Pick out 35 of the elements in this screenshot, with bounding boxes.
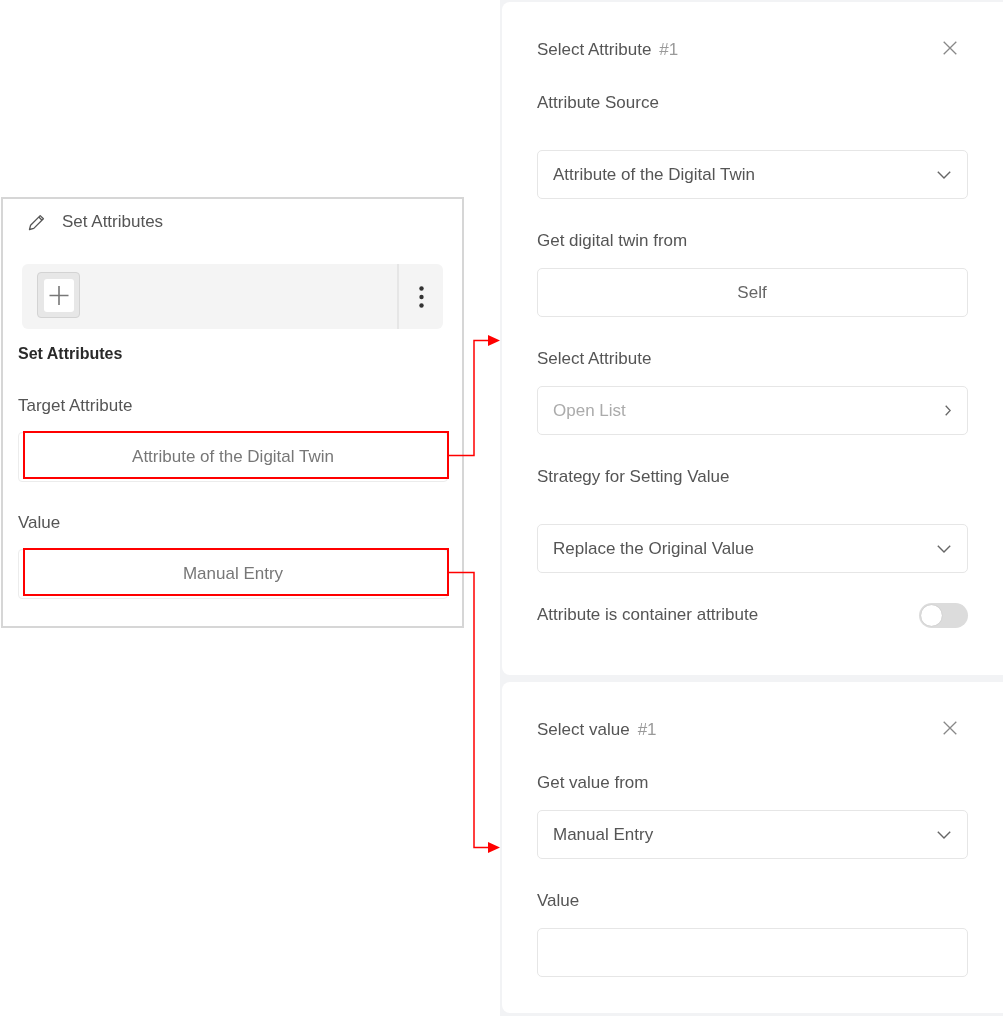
- close-icon: [943, 41, 957, 55]
- field-label: Attribute Source: [537, 92, 659, 114]
- field-label: Target Attribute: [18, 395, 133, 417]
- toggle-label: Attribute is container attribute: [537, 604, 759, 626]
- chevron-down-icon: [937, 544, 951, 553]
- chevron-down-icon: [937, 170, 951, 179]
- chevron-right-icon: [945, 405, 951, 416]
- field-label: Select Attribute: [537, 348, 652, 370]
- selector-field[interactable]: Self: [537, 268, 968, 317]
- dropdown[interactable]: Replace the Original Value: [537, 524, 968, 573]
- panel-title: Select value: [537, 719, 630, 741]
- close-icon: [943, 721, 957, 735]
- card-title: Set Attributes: [62, 211, 164, 233]
- field-label: Value: [18, 512, 61, 534]
- add-button[interactable]: [37, 272, 80, 318]
- panel-number: #1: [637, 719, 657, 741]
- dropdown[interactable]: Attribute of the Digital Twin: [537, 150, 968, 199]
- more-vertical-icon: [418, 285, 424, 308]
- dropdown[interactable]: Manual Entry: [537, 810, 968, 859]
- field-label: Value: [537, 890, 580, 912]
- field-label: Get value from: [537, 772, 649, 794]
- input-field[interactable]: [537, 928, 968, 977]
- close-button[interactable]: [943, 721, 957, 735]
- selector-field[interactable]: Manual Entry: [18, 549, 448, 599]
- toggle-switch[interactable]: [919, 602, 968, 628]
- field-label: Get digital twin from: [537, 230, 688, 252]
- selector-field[interactable]: Attribute of the Digital Twin: [18, 432, 448, 482]
- panel-title: Select Attribute: [537, 39, 652, 61]
- pencil-icon: [28, 213, 46, 231]
- chevron-down-icon: [937, 830, 951, 839]
- close-button[interactable]: [943, 41, 957, 55]
- section-title: Set Attributes: [18, 344, 123, 364]
- panel-number: #1: [659, 39, 679, 61]
- plus-icon: [43, 278, 74, 312]
- field-label: Strategy for Setting Value: [537, 466, 730, 488]
